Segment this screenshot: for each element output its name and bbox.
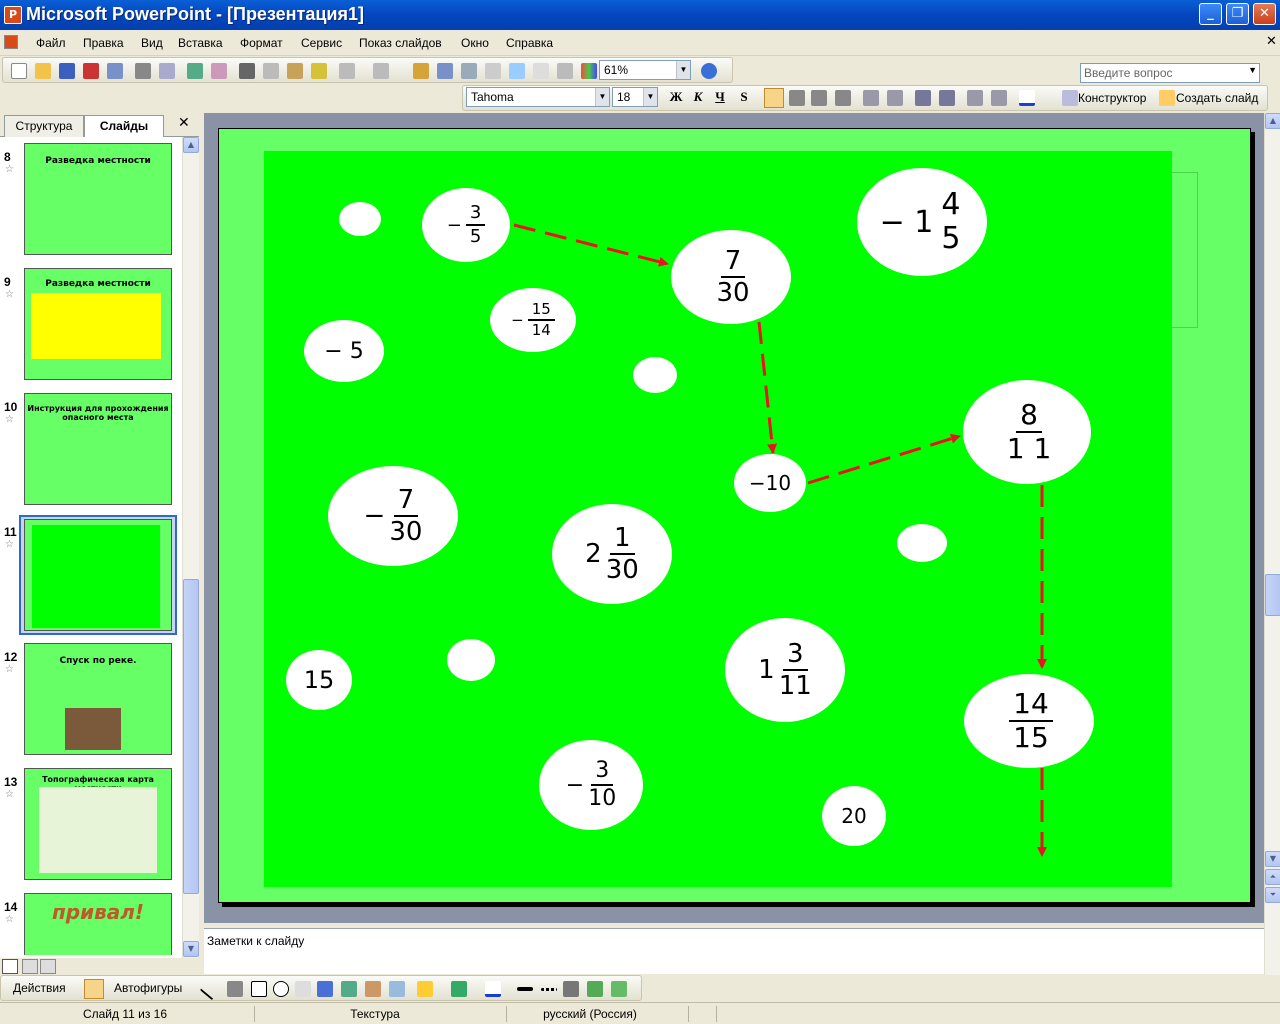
arrow-1 [513,223,669,267]
bubble-denominator: 11 [778,671,812,701]
previous-slide-icon[interactable]: ⏶ [1265,869,1280,885]
status-slide-number: Слайд 11 из 16 [82,1007,168,1021]
bubble-whole: 15 [303,666,335,694]
oval-icon[interactable] [273,981,289,997]
bubble-numerator: 3 [591,760,614,786]
bubble-whole: 20 [841,804,867,828]
number-bubble[interactable]: − 1 45 [857,168,987,276]
actions-menu[interactable]: Действия [13,981,66,995]
notes-pane[interactable]: Заметки к слайду [204,928,1264,974]
scroll-down-icon[interactable]: ▼ [1265,851,1280,867]
bubble-numerator: 8 [1016,401,1042,433]
number-bubble[interactable]: − 15 14 [490,288,576,352]
bubble-denominator: 30 [605,555,639,585]
status-language: русский (Россия) [543,1007,637,1021]
number-bubble[interactable]: − 5 [304,320,384,382]
bubble-sign: − [511,311,524,329]
select-pointer-icon[interactable] [84,979,104,999]
arrow-3 [807,433,961,485]
number-bubble[interactable]: 20 [822,786,886,846]
notes-placeholder: Заметки к слайду [207,934,305,948]
bubble-whole: 10 [765,471,792,495]
status-separator [254,1006,255,1022]
drawing-toolbar: Действия Автофигуры [0,975,642,1001]
empty-bubble[interactable] [339,202,381,236]
bubble-denominator: 5 [941,221,961,256]
bubble-sign: − [363,501,386,531]
status-separator [506,1006,507,1022]
bubble-denominator: 30 [389,517,423,547]
number-bubble[interactable]: 7 30 [671,230,791,324]
bubble-denominator: 10 [588,786,617,811]
number-bubble[interactable]: − 7 30 [328,466,458,566]
picture-icon[interactable] [389,981,405,997]
bubble-whole: 1 [758,655,775,685]
3d-style-icon[interactable] [611,981,627,997]
fill-color-icon[interactable] [417,981,433,997]
bubble-numerator: 14 [1009,690,1053,722]
number-bubble[interactable]: 81 1 [963,380,1091,484]
dash-style-icon[interactable] [541,988,557,991]
bubble-numerator: 3 [465,204,486,226]
scroll-thumb[interactable] [1265,574,1280,616]
empty-bubble[interactable] [447,639,495,681]
bubble-sign: − [748,471,766,495]
scroll-up-icon[interactable]: ▲ [1265,113,1280,129]
font-color-icon[interactable] [485,981,501,997]
status-design: Текстура [350,1007,400,1021]
bubble-sign: − [565,772,585,798]
line-icon[interactable] [199,977,223,1001]
bubble-denominator: 1 1 [1006,432,1052,465]
next-slide-icon[interactable]: ⏷ [1265,887,1280,903]
bubble-denominator: 30 [716,278,750,308]
wordart-icon[interactable] [317,981,333,997]
arrow-style-icon[interactable] [563,981,579,997]
bubble-numerator: 15 [527,302,555,321]
bubble-numerator: 7 [720,248,746,278]
empty-bubble[interactable] [633,357,677,393]
number-bubble[interactable]: − 35 [422,188,510,262]
bubble-sign: − [324,338,343,364]
arrow-tool-icon[interactable] [227,981,243,997]
textbox-icon[interactable] [295,981,311,997]
bubble-numerator: 1 [609,525,635,555]
bubble-whole: 2 [585,539,602,569]
line-style-icon[interactable] [517,987,533,991]
bubble-numerator: 4 [941,187,961,222]
status-separator [688,1006,689,1022]
bubble-denominator: 5 [469,226,482,247]
status-bar: Слайд 11 из 16 Текстура русский (Россия) [0,1002,1280,1024]
bubble-whole: 1 [914,204,934,240]
number-bubble[interactable]: 1 3 11 [725,618,845,722]
status-separator [716,1006,717,1022]
number-bubble[interactable]: 14 15 [964,674,1094,768]
bubble-sign: − [446,214,462,236]
bubble-denominator: 15 [1013,721,1049,754]
number-bubble[interactable]: 2 1 30 [552,504,672,604]
line-color-icon[interactable] [451,981,467,997]
editor-scrollbar[interactable]: ▲ ▼ ⏶ ⏷ [1264,113,1280,975]
bubble-numerator: 7 [393,487,419,517]
number-bubble[interactable]: −10 [734,454,806,512]
number-bubble[interactable]: − 3 10 [539,740,643,830]
clipart-icon[interactable] [365,981,381,997]
shadow-style-icon[interactable] [587,981,603,997]
bubble-numerator: 3 [782,641,808,671]
bubble-whole: 5 [349,338,364,364]
bubble-denominator: 14 [531,321,551,339]
bubble-sign: − [879,204,905,240]
autoshapes-menu[interactable]: Автофигуры [114,981,182,995]
empty-bubble[interactable] [897,524,947,562]
arrow-2 [757,321,778,454]
diagram-icon[interactable] [341,981,357,997]
rectangle-icon[interactable] [251,981,267,997]
number-bubble[interactable]: 15 [286,650,352,710]
